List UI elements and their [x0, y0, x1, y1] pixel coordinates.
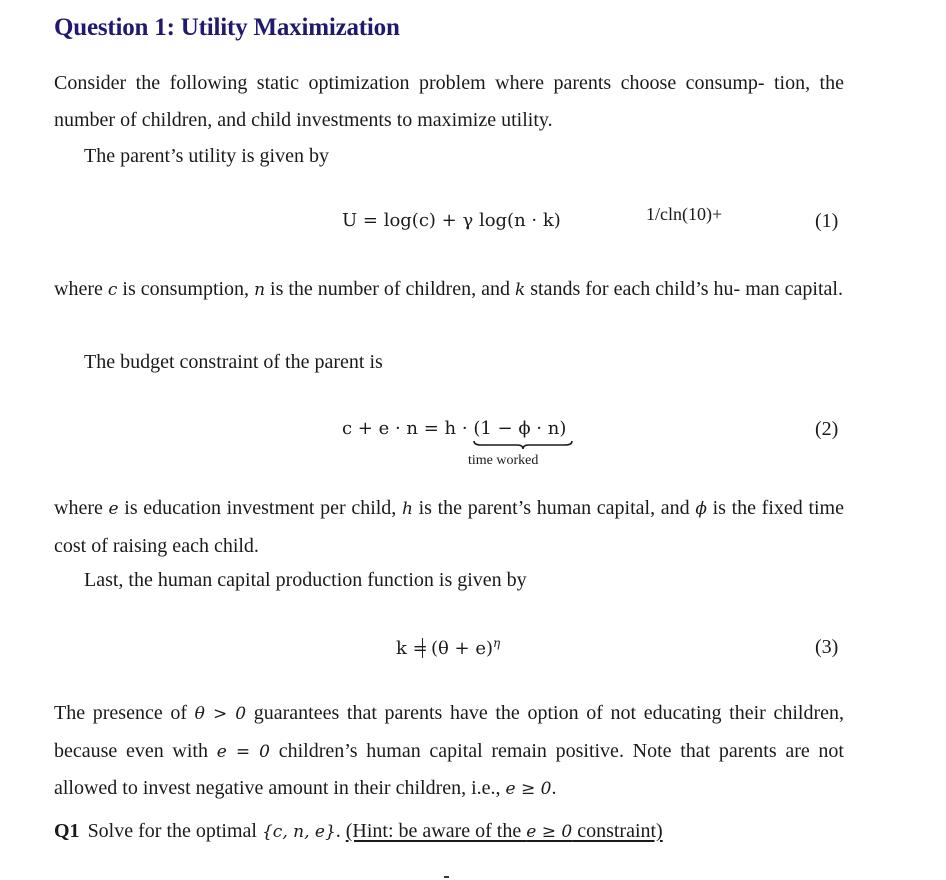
text: stands for each child’s hu- man capital. — [525, 278, 843, 300]
math-e: e — [108, 499, 119, 519]
hint-link[interactable]: (Hint: be aware of the e ≥ 0 constraint) — [346, 820, 663, 842]
budget-intro: The budget constraint of the parent is — [84, 351, 383, 373]
braced-term: (1 − ϕ · n) — [473, 418, 567, 439]
text: where — [54, 497, 109, 519]
math-h: h — [401, 499, 413, 519]
text: is the number of children, and — [265, 278, 515, 300]
text: . — [335, 820, 346, 842]
text: where — [54, 278, 108, 300]
equation-utility: U = log(c) + γ log(n · k) — [342, 210, 561, 231]
text: is the parent’s human capital, and — [412, 497, 696, 519]
math-n: n — [254, 280, 266, 300]
math-k: k — [514, 280, 526, 300]
question-text: Solve for the optimal — [87, 820, 262, 842]
underbrace-group: (1 − ϕ · n) — [473, 418, 566, 439]
question-title: Question 1: Utility Maximization — [54, 14, 400, 41]
question-label: Q1 — [54, 820, 80, 842]
math-set: {c, n, e} — [261, 822, 336, 842]
math-c: c — [107, 280, 118, 300]
hint-text: (Hint: be aware of the — [345, 820, 527, 842]
equation-number-1: (1) — [815, 210, 839, 232]
text: is consumption, — [117, 278, 255, 300]
math-theta-positive: θ > 0 — [194, 704, 247, 724]
underbrace-icon — [473, 440, 573, 450]
math-e-zero: e = 0 — [216, 741, 271, 762]
equation-budget: c + e · n = h · (1 − ϕ · n) — [342, 418, 566, 439]
utility-intro: The parent’s utility is given by — [84, 145, 329, 167]
math-e-nonneg: e ≥ 0 — [505, 779, 552, 799]
text: . — [551, 777, 557, 799]
intro-paragraph: Consider the following static optimizati… — [54, 72, 844, 131]
brace-label: time worked — [468, 453, 539, 468]
production-rhs: (θ + e) — [430, 638, 494, 659]
math-hint: e ≥ 0 — [526, 822, 573, 842]
text: The presence of — [54, 702, 195, 724]
exponent-eta: η — [493, 636, 501, 650]
production-intro: Last, the human capital production funct… — [84, 569, 527, 591]
partial-glyph — [444, 876, 449, 878]
question-q1: Q1 Solve for the optimal {c, n, e}. (Hint… — [54, 820, 663, 843]
hint-text: constraint) — [572, 820, 663, 842]
text: is education investment per child, — [118, 497, 402, 519]
math-phi: ϕ — [695, 499, 707, 519]
budget-lhs: c + e · n = h · — [342, 418, 474, 439]
equation-number-2: (2) — [815, 418, 839, 440]
text-cursor — [421, 638, 424, 658]
overlay-text: 1/cln(10)+ — [646, 204, 723, 224]
theta-paragraph: The presence of θ > 0 guarantees that pa… — [54, 695, 844, 808]
budget-variables-paragraph: where e is education investment per chil… — [54, 490, 844, 564]
equation-production: k = (θ + e)η — [396, 636, 500, 659]
equation-number-3: (3) — [815, 636, 839, 658]
variables-paragraph: where c is consumption, n is the number … — [54, 271, 844, 309]
